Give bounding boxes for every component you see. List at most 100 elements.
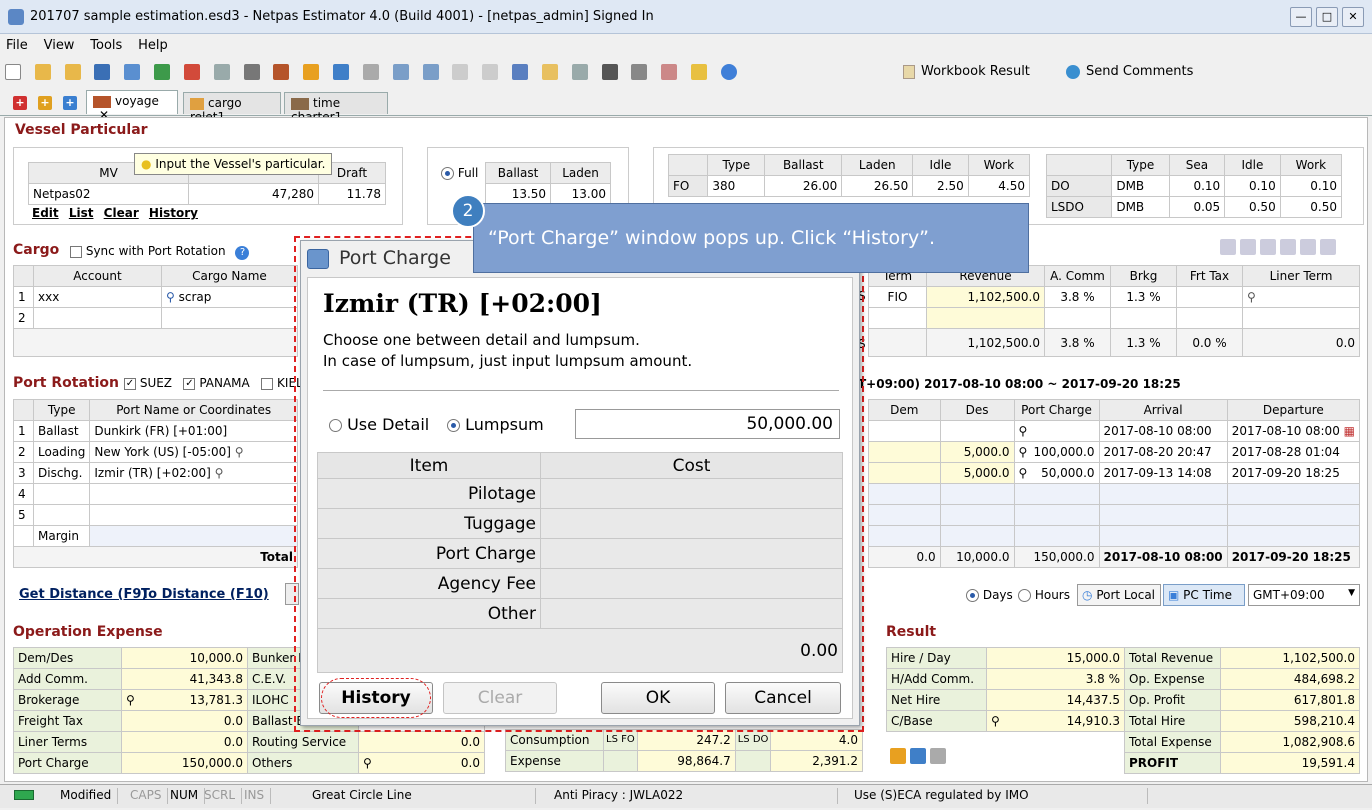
- fuel2-cell[interactable]: 0.10: [1224, 175, 1281, 197]
- fuel-cell[interactable]: 26.50: [841, 175, 914, 197]
- search-icon[interactable]: ⚲: [991, 714, 1000, 728]
- port-name[interactable]: Dunkirk (FR) [+01:00]: [89, 420, 298, 442]
- add-icon[interactable]: [303, 64, 320, 80]
- port-name[interactable]: New York (US) [-05:00]: [94, 445, 231, 459]
- clear-button[interactable]: Clear: [443, 682, 557, 714]
- workbook-result-button[interactable]: Workbook Result: [903, 64, 1030, 79]
- pc-time-button[interactable]: ▣ PC Time: [1163, 584, 1245, 606]
- fuel-cell[interactable]: 2.50: [912, 175, 969, 197]
- chart-icon[interactable]: [333, 64, 350, 80]
- list-link[interactable]: List: [69, 206, 94, 220]
- insert-row-icon[interactable]: [1240, 239, 1256, 255]
- full-radio[interactable]: Full: [441, 166, 478, 180]
- print-icon[interactable]: [243, 64, 260, 80]
- search-icon[interactable]: ⚲: [235, 445, 244, 459]
- ship-icon[interactable]: [273, 64, 290, 80]
- checkbox-icon[interactable]: [261, 377, 274, 390]
- help-icon[interactable]: ?: [235, 246, 250, 260]
- account-cell[interactable]: xxx: [33, 286, 162, 308]
- menu-file[interactable]: File: [0, 36, 34, 55]
- use-detail-radio[interactable]: Use Detail: [329, 415, 429, 434]
- revenue-cell[interactable]: 1,102,500.0: [926, 286, 1045, 308]
- move-up-icon[interactable]: [1300, 239, 1316, 255]
- send-comments-button[interactable]: Send Comments: [1066, 64, 1193, 79]
- lumpsum-radio[interactable]: Lumpsum: [447, 415, 544, 434]
- fuel2-cell[interactable]: 0.05: [1168, 196, 1226, 218]
- fuel2-cell[interactable]: 0.50: [1224, 196, 1281, 218]
- search-icon[interactable]: ⚲: [363, 756, 372, 770]
- minimize-button[interactable]: —: [1290, 7, 1312, 27]
- new-icon[interactable]: [5, 64, 21, 80]
- port-name[interactable]: Izmir (TR) [+02:00]: [94, 466, 210, 480]
- edit-link[interactable]: Edit: [32, 206, 59, 220]
- vessel-draft[interactable]: 11.78: [318, 183, 386, 205]
- des-cell[interactable]: 5,000.0: [939, 441, 1015, 463]
- tab-time-charter[interactable]: time charter1: [284, 92, 388, 124]
- des-cell[interactable]: 5,000.0: [939, 462, 1015, 484]
- checkbox-icon[interactable]: ✓: [183, 377, 196, 390]
- result-value[interactable]: 15,000.0: [986, 647, 1125, 669]
- map-icon[interactable]: [661, 64, 678, 80]
- chart-icon[interactable]: [910, 748, 926, 764]
- menu-help[interactable]: Help: [132, 36, 174, 55]
- result-value[interactable]: 3.8 %: [986, 668, 1125, 690]
- port-type[interactable]: Dischg.: [32, 462, 91, 484]
- frt-tax-cell[interactable]: [1176, 286, 1243, 308]
- others-value[interactable]: 0.0: [461, 756, 480, 770]
- new-tab-icon[interactable]: +: [63, 96, 77, 110]
- ballast-speed[interactable]: 13.50: [484, 183, 552, 205]
- fuel-cell[interactable]: 380: [707, 175, 766, 197]
- vessel-name[interactable]: Netpas02: [28, 183, 189, 205]
- weather-icon[interactable]: [691, 64, 708, 80]
- report-icon[interactable]: [571, 64, 588, 80]
- ok-button[interactable]: OK: [601, 682, 715, 714]
- cancel-button[interactable]: Cancel: [725, 682, 841, 714]
- fuel2-cell[interactable]: 0.50: [1279, 196, 1343, 218]
- cargo-name-cell[interactable]: [161, 307, 298, 329]
- laden-speed[interactable]: 13.00: [550, 183, 611, 205]
- get-distance-link[interactable]: Get Distance (F9): [19, 587, 147, 602]
- save-icon[interactable]: [94, 64, 111, 80]
- opex-value[interactable]: 13,781.3: [190, 693, 243, 707]
- search-icon[interactable]: ⚲: [126, 693, 135, 707]
- tab-cargo-relet[interactable]: cargo relet1: [183, 92, 281, 124]
- search-icon[interactable]: ⚲: [166, 290, 175, 304]
- fo-expense[interactable]: 98,864.7: [636, 750, 736, 772]
- add-icon[interactable]: [890, 748, 906, 764]
- calculator-icon[interactable]: [512, 64, 529, 80]
- checkbox-icon[interactable]: ✓: [124, 377, 136, 390]
- port-type[interactable]: Ballast: [32, 420, 91, 442]
- move-right-icon[interactable]: [1280, 239, 1296, 255]
- fuel-drop-icon[interactable]: [631, 64, 648, 80]
- search-icon[interactable]: ⚲: [1019, 466, 1028, 480]
- port-charge-cell[interactable]: 50,000.0: [1041, 466, 1094, 480]
- opex-value[interactable]: 150,000.0: [121, 752, 248, 774]
- mail-icon[interactable]: [213, 64, 230, 80]
- fuel2-cell[interactable]: DMB: [1111, 175, 1170, 197]
- port-type[interactable]: Loading: [32, 441, 91, 463]
- opex-value[interactable]: 10,000.0: [121, 647, 248, 669]
- help-icon[interactable]: [720, 64, 737, 80]
- fo-consumption[interactable]: 247.2: [636, 729, 736, 751]
- open-folder-icon[interactable]: [64, 64, 81, 80]
- do-expense[interactable]: 2,391.2: [770, 750, 863, 772]
- sync-checkbox[interactable]: Sync with Port Rotation ?: [70, 244, 250, 260]
- fuel-cell[interactable]: 26.00: [764, 175, 843, 197]
- search-icon[interactable]: ⚲: [1019, 445, 1028, 459]
- port-charge-cell[interactable]: 100,000.0: [1033, 445, 1094, 459]
- maximize-button[interactable]: □: [1316, 7, 1338, 27]
- a-comm-cell[interactable]: 3.8 %: [1044, 286, 1111, 308]
- cargo-tool-icon[interactable]: [1220, 239, 1236, 255]
- fuel-cell[interactable]: 4.50: [967, 175, 1031, 197]
- move-left-icon[interactable]: [1260, 239, 1276, 255]
- move-down-icon[interactable]: [1320, 239, 1336, 255]
- excel-icon[interactable]: [154, 64, 171, 80]
- opex-value[interactable]: 0.0: [121, 710, 248, 732]
- undo-icon[interactable]: [392, 64, 409, 80]
- days-radio[interactable]: Days: [966, 588, 1013, 602]
- search-icon[interactable]: ⚲: [215, 466, 224, 480]
- open-icon[interactable]: [34, 64, 51, 80]
- fuel2-cell[interactable]: 0.10: [1168, 175, 1226, 197]
- table-icon[interactable]: [541, 64, 558, 80]
- account-cell[interactable]: [33, 307, 162, 329]
